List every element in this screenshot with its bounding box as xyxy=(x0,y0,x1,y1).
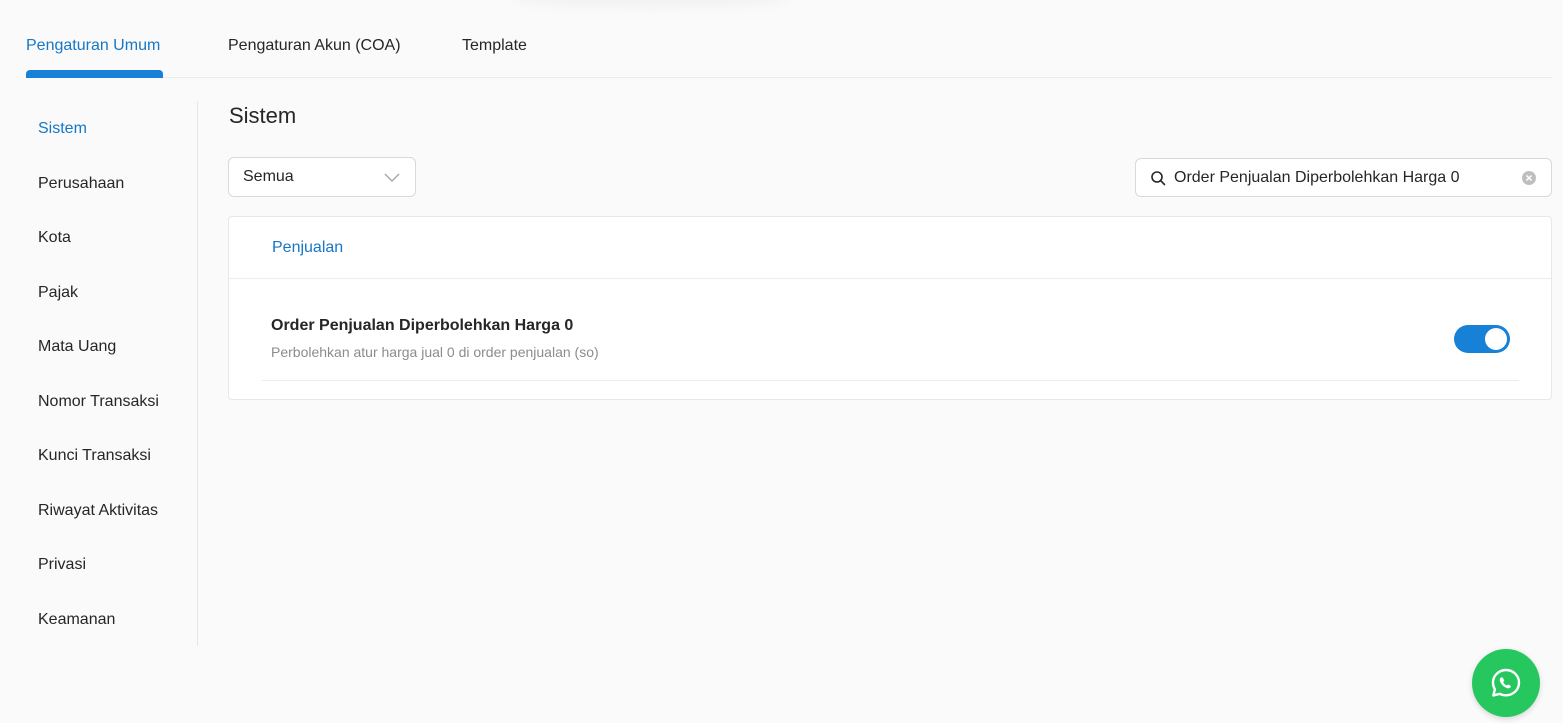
tab-label: Template xyxy=(462,37,527,54)
page-title: Sistem xyxy=(229,103,297,128)
setting-toggle[interactable] xyxy=(1454,325,1510,353)
tab-template[interactable]: Template xyxy=(462,0,527,78)
search-input[interactable] xyxy=(1174,162,1521,193)
tab-pengaturan-umum[interactable]: Pengaturan Umum xyxy=(26,0,163,78)
section-header: Penjualan xyxy=(229,217,1551,279)
sidebar-item-nomor-transaksi[interactable]: Nomor Transaksi xyxy=(38,392,159,412)
setting-title: Order Penjualan Diperbolehkan Harga 0 xyxy=(271,317,574,334)
sidebar: Sistem Perusahaan Kota Pajak Mata Uang N… xyxy=(0,101,198,646)
whatsapp-icon xyxy=(1491,668,1521,697)
settings-card: Penjualan Order Penjualan Diperbolehkan … xyxy=(228,216,1552,400)
sidebar-item-keamanan[interactable]: Keamanan xyxy=(38,610,115,630)
top-tabs: Pengaturan Umum Pengaturan Akun (COA) Te… xyxy=(26,0,1552,78)
active-tab-indicator xyxy=(26,70,163,78)
sidebar-item-pajak[interactable]: Pajak xyxy=(38,283,78,303)
section-title: Penjualan xyxy=(272,238,344,256)
sidebar-item-mata-uang[interactable]: Mata Uang xyxy=(38,337,116,357)
whatsapp-chat-button[interactable] xyxy=(1472,649,1540,717)
setting-description: Perbolehkan atur harga jual 0 di order p… xyxy=(271,344,599,360)
select-value: Semua xyxy=(243,168,294,185)
sidebar-item-riwayat-aktivitas[interactable]: Riwayat Aktivitas xyxy=(38,501,158,521)
chevron-down-icon xyxy=(384,173,400,182)
category-filter-select[interactable]: Semua xyxy=(228,157,416,197)
sidebar-item-sistem[interactable]: Sistem xyxy=(38,119,87,139)
setting-row: Order Penjualan Diperbolehkan Harga 0 Pe… xyxy=(262,313,1519,381)
clear-icon[interactable] xyxy=(1521,170,1537,186)
sidebar-item-kota[interactable]: Kota xyxy=(38,228,71,248)
search-box xyxy=(1135,158,1552,197)
sidebar-item-perusahaan[interactable]: Perusahaan xyxy=(38,174,124,194)
tab-label: Pengaturan Akun (COA) xyxy=(228,37,401,54)
toggle-knob xyxy=(1485,328,1507,350)
search-icon xyxy=(1151,170,1166,185)
tab-pengaturan-akun[interactable]: Pengaturan Akun (COA) xyxy=(228,0,401,78)
sidebar-item-privasi[interactable]: Privasi xyxy=(38,555,86,575)
tab-label: Pengaturan Umum xyxy=(26,37,161,54)
sidebar-item-kunci-transaksi[interactable]: Kunci Transaksi xyxy=(38,446,151,466)
